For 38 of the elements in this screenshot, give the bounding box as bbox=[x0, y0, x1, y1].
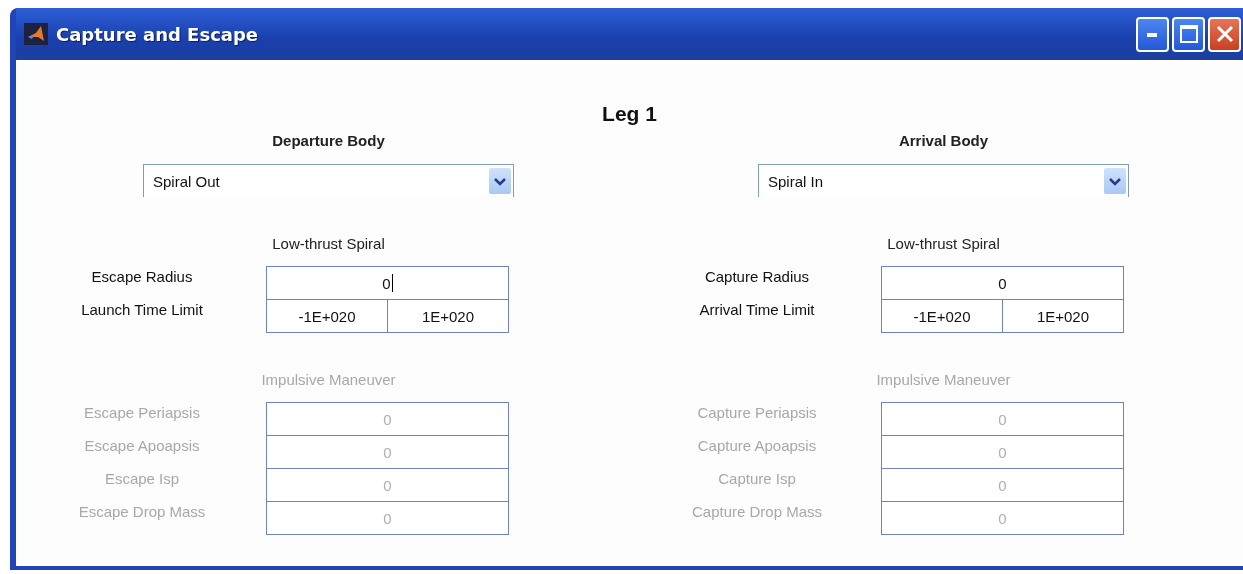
field-label: Capture Isp bbox=[717, 469, 797, 489]
text-cursor bbox=[391, 274, 393, 292]
leg-heading: Leg 1 bbox=[602, 102, 657, 126]
field-label: Capture Periapsis bbox=[696, 403, 818, 423]
mode-dropdown[interactable]: Spiral In bbox=[758, 164, 1129, 197]
section-title: Low-thrust Spiral bbox=[887, 234, 1000, 254]
app-logo-icon bbox=[24, 23, 48, 45]
input-field[interactable]: 1E+020 bbox=[387, 299, 509, 333]
mode-dropdown[interactable]: Spiral Out bbox=[143, 164, 514, 197]
section-title: Impulsive Maneuver bbox=[876, 370, 1011, 390]
body-heading: Arrival Body bbox=[898, 132, 989, 151]
body-heading: Departure Body bbox=[272, 132, 385, 151]
chevron-down-icon bbox=[1104, 168, 1126, 194]
field-label: Capture Apoapsis bbox=[696, 436, 818, 456]
close-button[interactable] bbox=[1208, 16, 1241, 52]
input-field[interactable]: -1E+020 bbox=[881, 299, 1003, 333]
section-title: Low-thrust Spiral bbox=[272, 234, 385, 254]
field-label: Escape Apoapsis bbox=[83, 436, 201, 456]
maximize-button[interactable] bbox=[1172, 16, 1205, 52]
field-label: Escape Isp bbox=[103, 469, 181, 489]
input-field[interactable]: -1E+020 bbox=[266, 299, 388, 333]
section-title: Impulsive Maneuver bbox=[261, 370, 396, 390]
field-label: Escape Drop Mass bbox=[77, 502, 207, 522]
input-field[interactable]: 1E+020 bbox=[1002, 299, 1124, 333]
field-label: Arrival Time Limit bbox=[698, 300, 816, 320]
field-label: Escape Radius bbox=[90, 267, 194, 287]
input-field[interactable]: 0 bbox=[266, 266, 509, 300]
window-title: Capture and Escape bbox=[56, 23, 260, 45]
maximize-icon bbox=[1179, 25, 1198, 43]
chevron-down-icon bbox=[489, 168, 511, 194]
field-label: Capture Radius bbox=[703, 267, 811, 287]
field-label: Capture Drop Mass bbox=[690, 502, 824, 522]
close-icon bbox=[1215, 25, 1234, 43]
minimize-icon bbox=[1146, 31, 1159, 37]
minimize-button[interactable] bbox=[1136, 16, 1169, 52]
input-field[interactable]: 0 bbox=[881, 266, 1124, 300]
field-label: Escape Periapsis bbox=[83, 403, 201, 423]
field-label: Launch Time Limit bbox=[80, 300, 204, 320]
